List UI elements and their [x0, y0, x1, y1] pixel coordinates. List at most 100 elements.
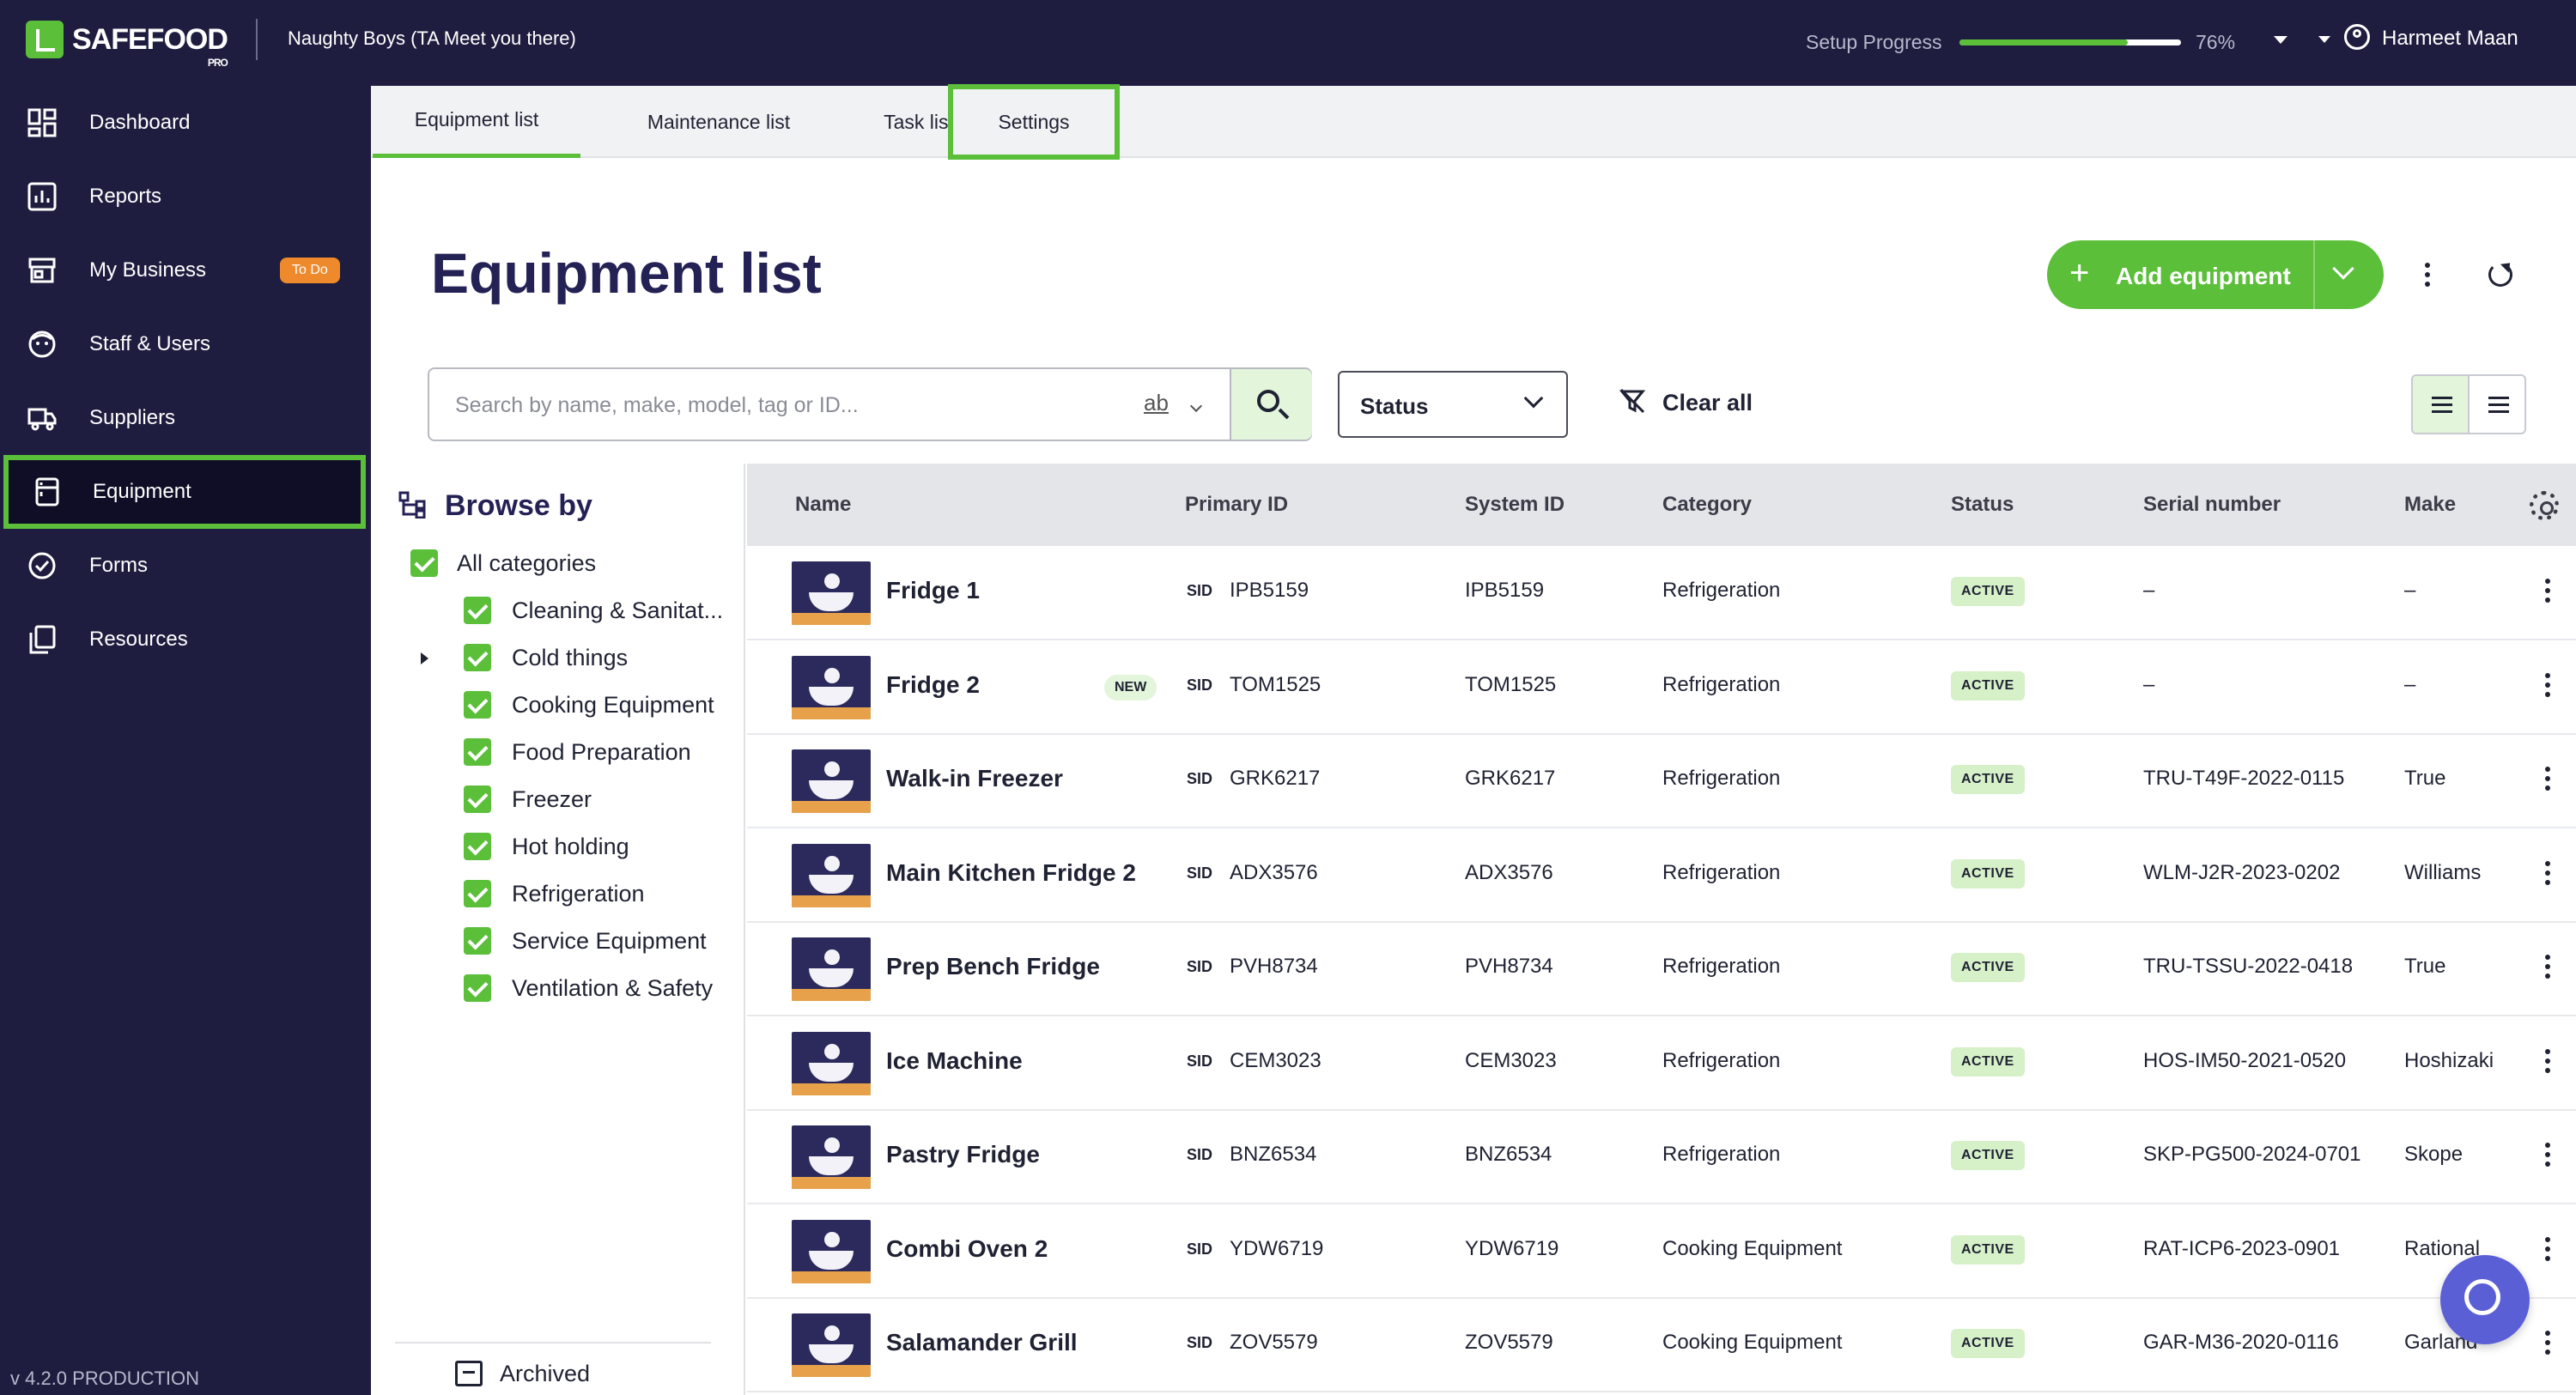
table-row[interactable]: Walk-in Freezer SID GRK6217 GRK6217 Refriger… [747, 734, 2576, 828]
tab-settings[interactable]: Settings [948, 84, 1120, 160]
checkbox[interactable] [410, 549, 438, 577]
row-more-options-icon[interactable] [2545, 1331, 2550, 1359]
expand-chevron-right-icon[interactable] [421, 652, 428, 664]
category-item[interactable]: Hot holding [464, 829, 629, 864]
column-header-category[interactable]: Category [1662, 493, 1752, 517]
row-more-options-icon[interactable] [2545, 1236, 2550, 1265]
checkbox[interactable] [464, 691, 491, 719]
list-view-button[interactable] [2413, 376, 2470, 433]
table-row[interactable]: Combi Oven 2 SID YDW6719 YDW6719 Cooking Equ… [747, 1204, 2576, 1299]
equipment-name[interactable]: Salamander Grill [886, 1329, 1078, 1356]
setup-progress-bar[interactable] [1959, 39, 2181, 45]
category-item[interactable]: Freezer [464, 782, 592, 816]
search-button[interactable] [1230, 369, 1312, 440]
tab-equipment-list[interactable]: Equipment list [373, 86, 580, 158]
setup-progress-label[interactable]: Setup Progress [1806, 31, 1942, 54]
sidebar-item-equipment[interactable]: Equipment [3, 455, 366, 529]
category-item[interactable]: Refrigeration [464, 876, 645, 911]
category-all[interactable]: All categories [410, 546, 596, 580]
equipment-name[interactable]: Pastry Fridge [886, 1141, 1040, 1168]
column-settings-gear-icon[interactable] [2530, 491, 2559, 520]
table-row[interactable]: Salamander Grill SID ZOV5579 ZOV5579 Cooking… [747, 1298, 2576, 1392]
table-row[interactable]: Ice Machine SID CEM3023 CEM3023 Refrigeratio… [747, 1016, 2576, 1111]
category-label: Cleaning & Sanitat... [512, 597, 724, 623]
user-name[interactable]: Harmeet Maan [2382, 27, 2518, 51]
category-item[interactable]: Cleaning & Sanitat... [464, 593, 723, 628]
checkbox[interactable] [464, 644, 491, 671]
checkbox[interactable] [464, 597, 491, 624]
row-more-options-icon[interactable] [2545, 767, 2550, 795]
refresh-icon[interactable] [2488, 263, 2512, 287]
match-mode-chevron-down-icon[interactable] [1189, 399, 1203, 413]
equipment-name[interactable]: Fridge 1 [886, 577, 980, 604]
column-header-system-id[interactable]: System ID [1465, 493, 1564, 517]
category-item[interactable]: Ventilation & Safety [464, 971, 713, 1005]
archived-link[interactable]: Archived [455, 1356, 590, 1391]
table-row[interactable]: Fridge 2 NEW SID TOM1525 TOM1525 Refrigeratio… [747, 640, 2576, 735]
category-item[interactable]: Cooking Equipment [464, 688, 714, 722]
clear-all-label: Clear all [1662, 390, 1753, 415]
business-name[interactable]: Naughty Boys (TA Meet you there) [288, 27, 576, 50]
row-more-options-icon[interactable] [2545, 955, 2550, 983]
checkbox[interactable] [464, 880, 491, 907]
category-item[interactable]: Cold things [464, 640, 628, 675]
serial-number: TRU-TSSU-2022-0418 [2143, 955, 2354, 978]
equipment-name[interactable]: Main Kitchen Fridge 2 [886, 859, 1136, 887]
equipment-name[interactable]: Combi Oven 2 [886, 1235, 1048, 1263]
table-row[interactable]: Main Kitchen Fridge 2 SID ADX3576 ADX3576 Re… [747, 828, 2576, 923]
row-more-options-icon[interactable] [2545, 672, 2550, 701]
category-label: Cooking Equipment [512, 691, 714, 718]
equipment-name[interactable]: Ice Machine [886, 1047, 1023, 1075]
row-more-options-icon[interactable] [2545, 860, 2550, 889]
support-chat-icon[interactable] [2440, 1255, 2530, 1344]
column-header-name[interactable]: Name [795, 493, 851, 517]
equipment-name[interactable]: Fridge 2 [886, 671, 980, 699]
column-header-make[interactable]: Make [2404, 493, 2456, 517]
equipment-name[interactable]: Walk-in Freezer [886, 765, 1063, 792]
user-menu-chevron-down-icon[interactable] [2318, 36, 2330, 43]
tab-label: Equipment list [414, 108, 539, 130]
serial-number: GAR-M36-2020-0116 [2143, 1331, 2339, 1354]
table-header: Name Primary ID System ID Category Statu… [747, 464, 2576, 546]
checkbox[interactable] [464, 974, 491, 1002]
table-row[interactable]: Pastry Fridge SID BNZ6534 BNZ6534 Refrigerat… [747, 1110, 2576, 1204]
sidebar-item-reports[interactable]: Reports [0, 160, 371, 234]
category-item[interactable]: Service Equipment [464, 924, 707, 958]
row-more-options-icon[interactable] [2545, 579, 2550, 607]
search-input[interactable] [455, 388, 1108, 422]
status-filter-select[interactable]: Status [1338, 371, 1568, 438]
category: Refrigeration [1662, 767, 1781, 790]
add-equipment-button[interactable]: + Add equipment [2047, 240, 2384, 309]
match-mode-icon[interactable]: ab [1144, 390, 1169, 416]
checkbox[interactable] [464, 738, 491, 766]
sidebar-item-my-business[interactable]: My Business To Do [0, 234, 371, 307]
status-badge: ACTIVE [1951, 1141, 2025, 1170]
sidebar-item-forms[interactable]: Forms [0, 529, 371, 603]
add-options-chevron-down-icon[interactable] [2332, 258, 2354, 280]
checkbox[interactable] [464, 927, 491, 955]
sidebar-item-dashboard[interactable]: Dashboard [0, 86, 371, 160]
equipment-thumbnail [792, 1125, 871, 1189]
primary-id: TOM1525 [1230, 672, 1321, 696]
sidebar-item-staff-users[interactable]: Staff & Users [0, 307, 371, 381]
category-item[interactable]: Food Preparation [464, 735, 691, 769]
compact-view-button[interactable] [2470, 376, 2524, 433]
row-more-options-icon[interactable] [2545, 1143, 2550, 1171]
tab-maintenance-list[interactable]: Maintenance list [594, 86, 843, 158]
column-header-status[interactable]: Status [1951, 493, 2014, 517]
table-row[interactable]: Prep Bench Fridge SID PVH8734 PVH8734 Refrig… [747, 922, 2576, 1016]
table-row[interactable]: Fridge 1 SID IPB5159 IPB5159 Refrigeration AC… [747, 546, 2576, 640]
column-header-primary-id[interactable]: Primary ID [1185, 493, 1288, 517]
checkbox[interactable] [464, 785, 491, 813]
page-more-options-icon[interactable] [2425, 263, 2430, 291]
sidebar-item-resources[interactable]: Resources [0, 603, 371, 676]
row-more-options-icon[interactable] [2545, 1048, 2550, 1077]
checkbox[interactable] [464, 833, 491, 860]
equipment-name[interactable]: Prep Bench Fridge [886, 953, 1100, 980]
column-header-serial-number[interactable]: Serial number [2143, 493, 2281, 517]
logo-text: SAFEFOOD PRO [72, 22, 228, 69]
safefood-logo[interactable]: SAFEFOOD PRO [26, 17, 228, 69]
setup-progress-chevron-down-icon[interactable] [2274, 36, 2287, 44]
user-avatar-icon[interactable] [2344, 24, 2370, 50]
sidebar-item-suppliers[interactable]: Suppliers [0, 381, 371, 455]
